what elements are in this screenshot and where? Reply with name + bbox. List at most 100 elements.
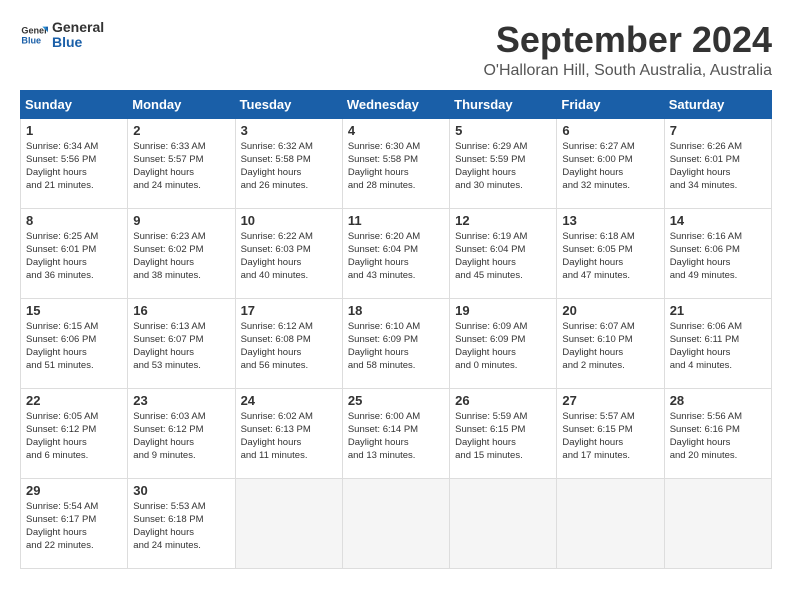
day-number: 10: [241, 213, 337, 228]
day-cell: 5Sunrise: 6:29 AMSunset: 5:59 PMDaylight…: [450, 118, 557, 208]
daylight-minutes: and 40 minutes.: [241, 270, 309, 281]
daylight-minutes: and 26 minutes.: [241, 180, 309, 191]
day-number: 17: [241, 303, 337, 318]
day-info: Sunrise: 6:13 AMSunset: 6:07 PMDaylight …: [133, 320, 229, 373]
daylight-minutes: and 30 minutes.: [455, 180, 523, 191]
day-cell: [235, 478, 342, 568]
day-number: 6: [562, 123, 658, 138]
daylight-minutes: and 0 minutes.: [455, 360, 517, 371]
daylight-label: Daylight hours: [26, 527, 87, 538]
day-number: 3: [241, 123, 337, 138]
day-cell: 26Sunrise: 5:59 AMSunset: 6:15 PMDayligh…: [450, 388, 557, 478]
day-header-saturday: Saturday: [664, 90, 771, 118]
day-info: Sunrise: 6:27 AMSunset: 6:00 PMDaylight …: [562, 140, 658, 193]
daylight-minutes: and 20 minutes.: [670, 450, 738, 461]
day-cell: 4Sunrise: 6:30 AMSunset: 5:58 PMDaylight…: [342, 118, 449, 208]
logo: General Blue General Blue: [20, 20, 104, 51]
day-cell: 3Sunrise: 6:32 AMSunset: 5:58 PMDaylight…: [235, 118, 342, 208]
daylight-label: Daylight hours: [26, 257, 87, 268]
day-info: Sunrise: 6:07 AMSunset: 6:10 PMDaylight …: [562, 320, 658, 373]
day-number: 19: [455, 303, 551, 318]
day-info: Sunrise: 6:33 AMSunset: 5:57 PMDaylight …: [133, 140, 229, 193]
day-info: Sunrise: 5:53 AMSunset: 6:18 PMDaylight …: [133, 500, 229, 553]
day-cell: 23Sunrise: 6:03 AMSunset: 6:12 PMDayligh…: [128, 388, 235, 478]
day-number: 9: [133, 213, 229, 228]
day-cell: 28 Sunrise: 5:56 AMSunset: 6:16 PMDayligh…: [664, 388, 771, 478]
week-row-2: 8Sunrise: 6:25 AMSunset: 6:01 PMDaylight…: [21, 208, 772, 298]
day-info: Sunrise: 6:02 AMSunset: 6:13 PMDaylight …: [241, 410, 337, 463]
day-header-sunday: Sunday: [21, 90, 128, 118]
daylight-label: Daylight hours: [26, 167, 87, 178]
day-number: 7: [670, 123, 766, 138]
daylight-minutes: and 53 minutes.: [133, 360, 201, 371]
day-number: 29: [26, 483, 122, 498]
daylight-label: Daylight hours: [562, 257, 623, 268]
day-info: Sunrise: 5:57 AMSunset: 6:15 PMDaylight …: [562, 410, 658, 463]
day-info: Sunrise: 5:56 AMSunset: 6:16 PMDaylight …: [670, 410, 766, 463]
day-number: 21: [670, 303, 766, 318]
daylight-label: Daylight hours: [241, 437, 302, 448]
day-info: Sunrise: 6:20 AMSunset: 6:04 PMDaylight …: [348, 230, 444, 283]
daylight-minutes: and 15 minutes.: [455, 450, 523, 461]
day-number: 16: [133, 303, 229, 318]
daylight-label: Daylight hours: [26, 347, 87, 358]
day-header-wednesday: Wednesday: [342, 90, 449, 118]
day-cell: 19 Sunrise: 6:09 AMSunset: 6:09 PMDayligh…: [450, 298, 557, 388]
day-cell: 8Sunrise: 6:25 AMSunset: 6:01 PMDaylight…: [21, 208, 128, 298]
day-info: Sunrise: 5:54 AMSunset: 6:17 PMDaylight …: [26, 500, 122, 553]
day-cell: 16 Sunrise: 6:13 AMSunset: 6:07 PMDayligh…: [128, 298, 235, 388]
title-block: September 2024 O'Halloran Hill, South Au…: [483, 20, 772, 80]
logo-icon: General Blue: [20, 21, 48, 49]
location: O'Halloran Hill, South Australia, Austra…: [483, 62, 772, 80]
daylight-label: Daylight hours: [670, 347, 731, 358]
daylight-minutes: and 17 minutes.: [562, 450, 630, 461]
svg-text:Blue: Blue: [21, 36, 41, 46]
day-header-monday: Monday: [128, 90, 235, 118]
day-number: 20: [562, 303, 658, 318]
daylight-label: Daylight hours: [670, 257, 731, 268]
page-header: General Blue General Blue September 2024…: [20, 20, 772, 80]
daylight-label: Daylight hours: [670, 437, 731, 448]
daylight-label: Daylight hours: [348, 167, 409, 178]
daylight-label: Daylight hours: [348, 257, 409, 268]
day-cell: 2 Sunrise: 6:33 AMSunset: 5:57 PMDaylight…: [128, 118, 235, 208]
day-number: 24: [241, 393, 337, 408]
day-cell: 12Sunrise: 6:19 AMSunset: 6:04 PMDayligh…: [450, 208, 557, 298]
daylight-label: Daylight hours: [562, 167, 623, 178]
daylight-minutes: and 6 minutes.: [26, 450, 88, 461]
daylight-label: Daylight hours: [133, 437, 194, 448]
logo-line1: General: [52, 20, 104, 35]
day-info: Sunrise: 6:09 AMSunset: 6:09 PMDaylight …: [455, 320, 551, 373]
day-info: Sunrise: 6:15 AMSunset: 6:06 PMDaylight …: [26, 320, 122, 373]
day-cell: 21Sunrise: 6:06 AMSunset: 6:11 PMDayligh…: [664, 298, 771, 388]
calendar: SundayMondayTuesdayWednesdayThursdayFrid…: [20, 90, 772, 569]
week-row-3: 15 Sunrise: 6:15 AMSunset: 6:06 PMDayligh…: [21, 298, 772, 388]
day-number: 30: [133, 483, 229, 498]
day-info: Sunrise: 6:16 AMSunset: 6:06 PMDaylight …: [670, 230, 766, 283]
daylight-minutes: and 58 minutes.: [348, 360, 416, 371]
day-info: Sunrise: 6:00 AMSunset: 6:14 PMDaylight …: [348, 410, 444, 463]
day-number: 1: [26, 123, 122, 138]
daylight-minutes: and 21 minutes.: [26, 180, 94, 191]
daylight-minutes: and 49 minutes.: [670, 270, 738, 281]
day-headers: SundayMondayTuesdayWednesdayThursdayFrid…: [21, 90, 772, 118]
daylight-label: Daylight hours: [455, 347, 516, 358]
day-number: 8: [26, 213, 122, 228]
daylight-label: Daylight hours: [241, 257, 302, 268]
day-number: 18: [348, 303, 444, 318]
day-number: 28: [670, 393, 766, 408]
day-cell: 25 Sunrise: 6:00 AMSunset: 6:14 PMDayligh…: [342, 388, 449, 478]
day-cell: 18Sunrise: 6:10 AMSunset: 6:09 PMDayligh…: [342, 298, 449, 388]
day-cell: 11Sunrise: 6:20 AMSunset: 6:04 PMDayligh…: [342, 208, 449, 298]
day-cell: 22Sunrise: 6:05 AMSunset: 6:12 PMDayligh…: [21, 388, 128, 478]
daylight-label: Daylight hours: [133, 257, 194, 268]
day-cell: 13Sunrise: 6:18 AMSunset: 6:05 PMDayligh…: [557, 208, 664, 298]
day-cell: 7Sunrise: 6:26 AMSunset: 6:01 PMDaylight…: [664, 118, 771, 208]
daylight-label: Daylight hours: [455, 437, 516, 448]
day-number: 2: [133, 123, 229, 138]
daylight-label: Daylight hours: [348, 437, 409, 448]
day-cell: 9Sunrise: 6:23 AMSunset: 6:02 PMDaylight…: [128, 208, 235, 298]
daylight-minutes: and 38 minutes.: [133, 270, 201, 281]
day-number: 25: [348, 393, 444, 408]
day-number: 15: [26, 303, 122, 318]
